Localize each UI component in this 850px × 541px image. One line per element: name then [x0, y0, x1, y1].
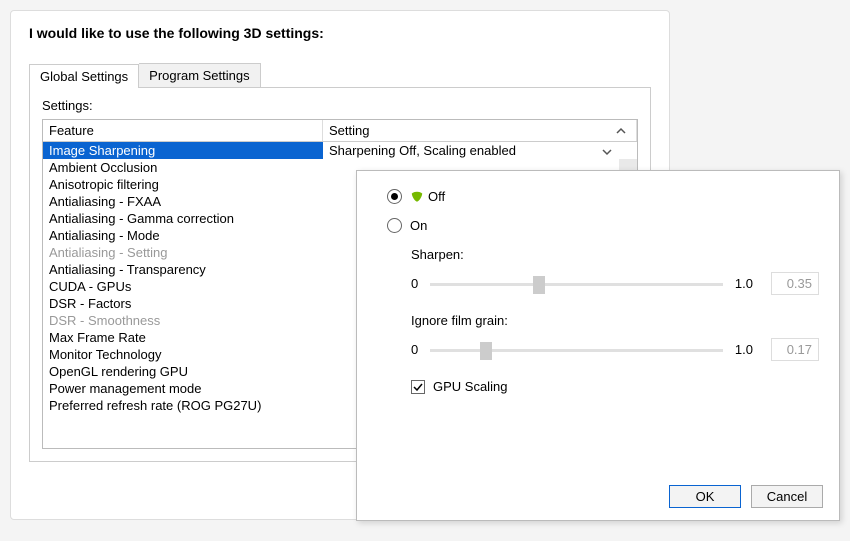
table-row[interactable]: Image SharpeningSharpening Off, Scaling … — [43, 142, 637, 159]
table-header: Feature Setting — [43, 120, 637, 142]
feature-cell: DSR - Smoothness — [43, 312, 323, 329]
grain-block: Ignore film grain: 0 1.0 0.17 — [411, 313, 819, 361]
radio-off-indicator — [387, 189, 402, 204]
ok-button[interactable]: OK — [669, 485, 741, 508]
radio-off-label: Off — [428, 189, 445, 204]
feature-cell: Antialiasing - Gamma correction — [43, 210, 323, 227]
sharpen-slider-thumb[interactable] — [533, 276, 545, 294]
nvidia-icon — [410, 190, 424, 204]
gpu-scaling-check-indicator — [411, 380, 425, 394]
radio-off[interactable]: Off — [387, 189, 819, 204]
sharpen-min: 0 — [411, 276, 418, 291]
scroll-up-icon[interactable] — [612, 126, 630, 136]
feature-cell: Anisotropic filtering — [43, 176, 323, 193]
radio-on[interactable]: On — [387, 218, 819, 233]
setting-cell[interactable]: Sharpening Off, Scaling enabled — [323, 142, 637, 159]
settings-label: Settings: — [42, 98, 638, 113]
image-sharpening-popup: Off On Sharpen: 0 1.0 0.35 Ignore film g… — [356, 170, 840, 521]
grain-label: Ignore film grain: — [411, 313, 819, 328]
tab-global-settings[interactable]: Global Settings — [29, 64, 139, 88]
feature-cell: Max Frame Rate — [43, 329, 323, 346]
feature-cell: Antialiasing - FXAA — [43, 193, 323, 210]
sharpen-slider[interactable] — [430, 274, 723, 294]
cancel-button[interactable]: Cancel — [751, 485, 823, 508]
feature-cell: Antialiasing - Transparency — [43, 261, 323, 278]
feature-cell: Antialiasing - Mode — [43, 227, 323, 244]
sharpen-label: Sharpen: — [411, 247, 819, 262]
grain-slider[interactable] — [430, 340, 723, 360]
popup-buttons: OK Cancel — [669, 485, 823, 508]
sharpen-max: 1.0 — [735, 276, 753, 291]
feature-cell: Image Sharpening — [43, 142, 323, 159]
feature-cell: Monitor Technology — [43, 346, 323, 363]
gpu-scaling-checkbox[interactable]: GPU Scaling — [411, 379, 819, 394]
feature-cell: CUDA - GPUs — [43, 278, 323, 295]
grain-row: 0 1.0 0.17 — [411, 338, 819, 361]
grain-min: 0 — [411, 342, 418, 357]
sharpen-block: Sharpen: 0 1.0 0.35 — [411, 247, 819, 295]
feature-cell: Antialiasing - Setting — [43, 244, 323, 261]
sharpen-value: 0.35 — [771, 272, 819, 295]
grain-max: 1.0 — [735, 342, 753, 357]
column-header-feature[interactable]: Feature — [43, 120, 323, 141]
feature-cell: Power management mode — [43, 380, 323, 397]
grain-slider-thumb[interactable] — [480, 342, 492, 360]
radio-on-indicator — [387, 218, 402, 233]
grain-value: 0.17 — [771, 338, 819, 361]
gpu-scaling-label: GPU Scaling — [433, 379, 507, 394]
column-header-setting[interactable]: Setting — [323, 120, 637, 141]
column-header-setting-label: Setting — [329, 123, 369, 138]
feature-cell: DSR - Factors — [43, 295, 323, 312]
feature-cell: Preferred refresh rate (ROG PG27U) — [43, 397, 323, 414]
sharpen-row: 0 1.0 0.35 — [411, 272, 819, 295]
tab-bar: Global Settings Program Settings — [29, 63, 651, 87]
page-title: I would like to use the following 3D set… — [29, 25, 651, 41]
tab-program-settings[interactable]: Program Settings — [139, 63, 260, 87]
feature-cell: OpenGL rendering GPU — [43, 363, 323, 380]
feature-cell: Ambient Occlusion — [43, 159, 323, 176]
radio-on-label: On — [410, 218, 427, 233]
